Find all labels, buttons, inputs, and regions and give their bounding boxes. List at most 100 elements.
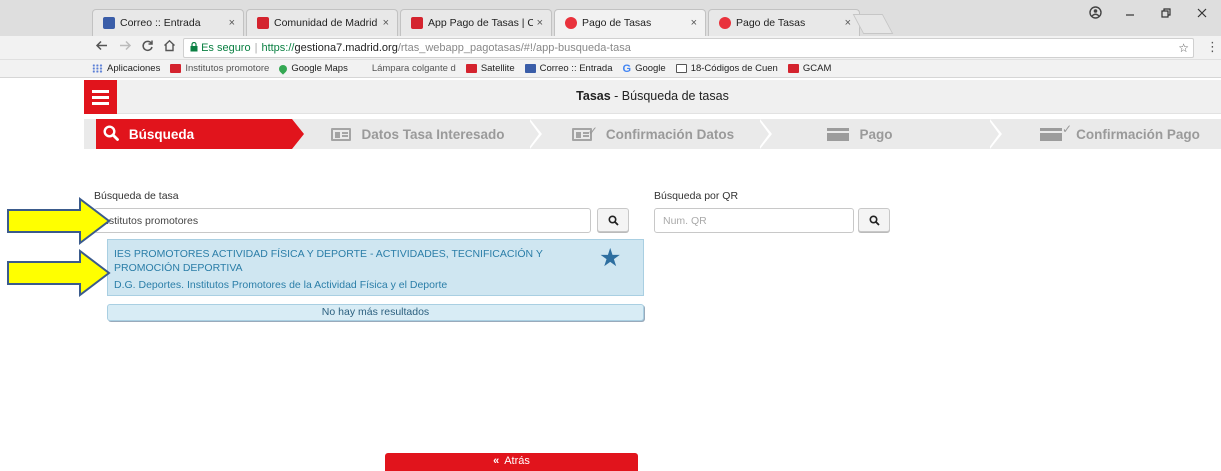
tab-label: Correo :: Entrada <box>120 17 201 29</box>
step-label: Búsqueda <box>128 126 195 142</box>
id-card-icon <box>331 127 352 141</box>
bookmark-aplicaciones[interactable]: Aplicaciones <box>92 63 160 74</box>
browser-tab-comunidad[interactable]: Comunidad de Madrid × <box>246 9 398 36</box>
step-divider-inner <box>528 119 539 149</box>
bookmark-label: Satellite <box>480 63 515 74</box>
search-tasa-button[interactable] <box>597 208 629 232</box>
apps-icon <box>92 64 103 73</box>
mail-icon <box>103 17 115 29</box>
close-window-icon[interactable] <box>1196 6 1208 22</box>
bookmark-satellite[interactable]: Satellite <box>465 63 515 74</box>
profile-icon[interactable] <box>1089 6 1102 22</box>
search-icon <box>868 214 880 226</box>
back-button[interactable]: « Atrás <box>385 453 638 471</box>
search-icon <box>103 124 119 144</box>
bookmark-label: Google <box>635 63 666 74</box>
forward-arrow-icon[interactable] <box>119 39 132 55</box>
result-title: IES PROMOTORES ACTIVIDAD FÍSICA Y DEPORT… <box>114 248 543 274</box>
bookmark-lampara[interactable]: Lámpara colgante d <box>372 63 456 74</box>
browser-tab-pago-tasas[interactable]: Pago de Tasas × <box>708 9 860 36</box>
comunidad-madrid-icon <box>257 17 269 29</box>
close-icon[interactable]: × <box>383 17 389 29</box>
browser-tab-pago-tasas-active[interactable]: Pago de Tasas × <box>554 9 706 36</box>
reload-icon[interactable] <box>141 39 154 55</box>
favorite-star-icon[interactable]: ★ <box>599 243 621 273</box>
annotation-arrow-icon <box>7 249 111 297</box>
url-scheme: https:// <box>261 42 295 54</box>
pago-tasas-icon <box>719 17 731 29</box>
bookmark-correo[interactable]: Correo :: Entrada <box>524 63 613 74</box>
comunidad-madrid-icon <box>787 64 799 73</box>
step-busqueda[interactable]: Búsqueda <box>96 119 201 149</box>
bookmark-institutos[interactable]: Institutos promotore <box>170 63 269 74</box>
close-icon[interactable]: × <box>229 17 235 29</box>
step-divider-inner <box>758 119 769 149</box>
annotation-arrow-icon <box>7 197 111 245</box>
result-subtitle: D.G. Deportes. Institutos Promotores de … <box>114 279 448 291</box>
search-icon <box>607 214 619 226</box>
step-confirmacion-pago[interactable]: ✓ Confirmación Pago <box>1030 119 1210 149</box>
bookmark-label: Correo :: Entrada <box>539 63 613 74</box>
bookmark-star-icon[interactable]: ☆ <box>1178 39 1189 57</box>
minimize-icon[interactable] <box>1124 6 1136 22</box>
close-icon[interactable]: × <box>537 17 543 29</box>
secure-label: Es seguro <box>201 42 251 54</box>
url-path: /rtas_webapp_pagotasas/#!/app-busqueda-t… <box>397 42 631 54</box>
lock-icon <box>190 41 201 54</box>
wizard-steps: Búsqueda Datos Tasa Interesado ✓ Confirm… <box>84 119 1221 149</box>
url-bar[interactable]: Es seguro | https://gestiona7.madrid.org/r… <box>183 38 1194 58</box>
page-title-section: - Búsqueda de tasas <box>610 89 729 103</box>
search-qr-input[interactable] <box>654 208 854 233</box>
credit-card-check-icon: ✓ <box>1040 122 1072 141</box>
tab-label: Comunidad de Madrid <box>274 17 378 29</box>
bookmark-label: Google Maps <box>291 63 348 74</box>
step-label: Confirmación Pago <box>1076 126 1200 142</box>
pago-tasas-icon <box>565 17 577 29</box>
step-pago[interactable]: Pago <box>820 119 900 149</box>
id-card-check-icon: ✓ <box>571 124 598 141</box>
search-result-item[interactable]: IES PROMOTORES ACTIVIDAD FÍSICA Y DEPORT… <box>107 239 644 296</box>
tab-label: Pago de Tasas <box>582 17 652 29</box>
bookmark-label: Aplicaciones <box>107 63 161 74</box>
url-host: gestiona7.madrid.org <box>294 42 398 54</box>
page-title-app: Tasas <box>576 89 611 103</box>
back-button-label: Atrás <box>504 455 530 467</box>
browser-tab-strip: Correo :: Entrada × Comunidad de Madrid … <box>0 0 1221 36</box>
bookmark-google-maps[interactable]: Google Maps <box>277 62 348 75</box>
step-label: Pago <box>859 126 893 142</box>
search-qr-button[interactable] <box>858 208 890 232</box>
bookmark-label: Institutos promotore <box>185 63 270 74</box>
bookmark-gcam[interactable]: GCAM <box>787 63 832 74</box>
search-tasa-input[interactable] <box>94 208 591 233</box>
search-qr-label: Búsqueda por QR <box>654 190 739 202</box>
step-label: Confirmación Datos <box>605 126 735 142</box>
tab-label: Pago de Tasas <box>736 17 806 29</box>
close-icon[interactable]: × <box>845 17 851 29</box>
comunidad-madrid-icon <box>170 64 182 73</box>
comunidad-madrid-icon <box>411 17 423 29</box>
bookmarks-bar: Aplicaciones Institutos promotore Google… <box>0 60 1221 78</box>
tab-label: App Pago de Tasas | Com <box>428 17 533 29</box>
more-options-icon[interactable]: ⋮ <box>1206 39 1219 55</box>
bookmark-label: Lámpara colgante d <box>371 63 456 74</box>
browser-tab-app-pago[interactable]: App Pago de Tasas | Com × <box>400 9 552 36</box>
address-bar: Es seguro | https://gestiona7.madrid.org/r… <box>0 36 1221 60</box>
comunidad-madrid-icon <box>465 64 477 73</box>
bookmark-codigos[interactable]: 18-Códigos de Cuen <box>675 63 778 74</box>
bookmark-label: GCAM <box>802 63 832 74</box>
back-arrow-icon[interactable] <box>95 39 108 55</box>
home-icon[interactable] <box>163 39 176 55</box>
step-active-arrow <box>292 119 304 149</box>
credit-card-icon <box>827 127 850 141</box>
browser-tab-correo[interactable]: Correo :: Entrada × <box>92 9 244 36</box>
bookmark-google[interactable]: G Google <box>623 63 666 75</box>
page-title: Tasas - Búsqueda de tasas <box>84 89 1221 103</box>
restore-icon[interactable] <box>1160 6 1172 22</box>
step-datos-tasa[interactable]: Datos Tasa Interesado <box>328 119 508 149</box>
mail-icon <box>524 64 536 73</box>
google-g-icon: G <box>622 62 632 75</box>
bookmark-label: 18-Códigos de Cuen <box>690 63 778 74</box>
step-label: Datos Tasa Interesado <box>361 126 505 142</box>
step-confirmacion-datos[interactable]: ✓ Confirmación Datos <box>558 119 748 149</box>
close-icon[interactable]: × <box>691 17 697 29</box>
